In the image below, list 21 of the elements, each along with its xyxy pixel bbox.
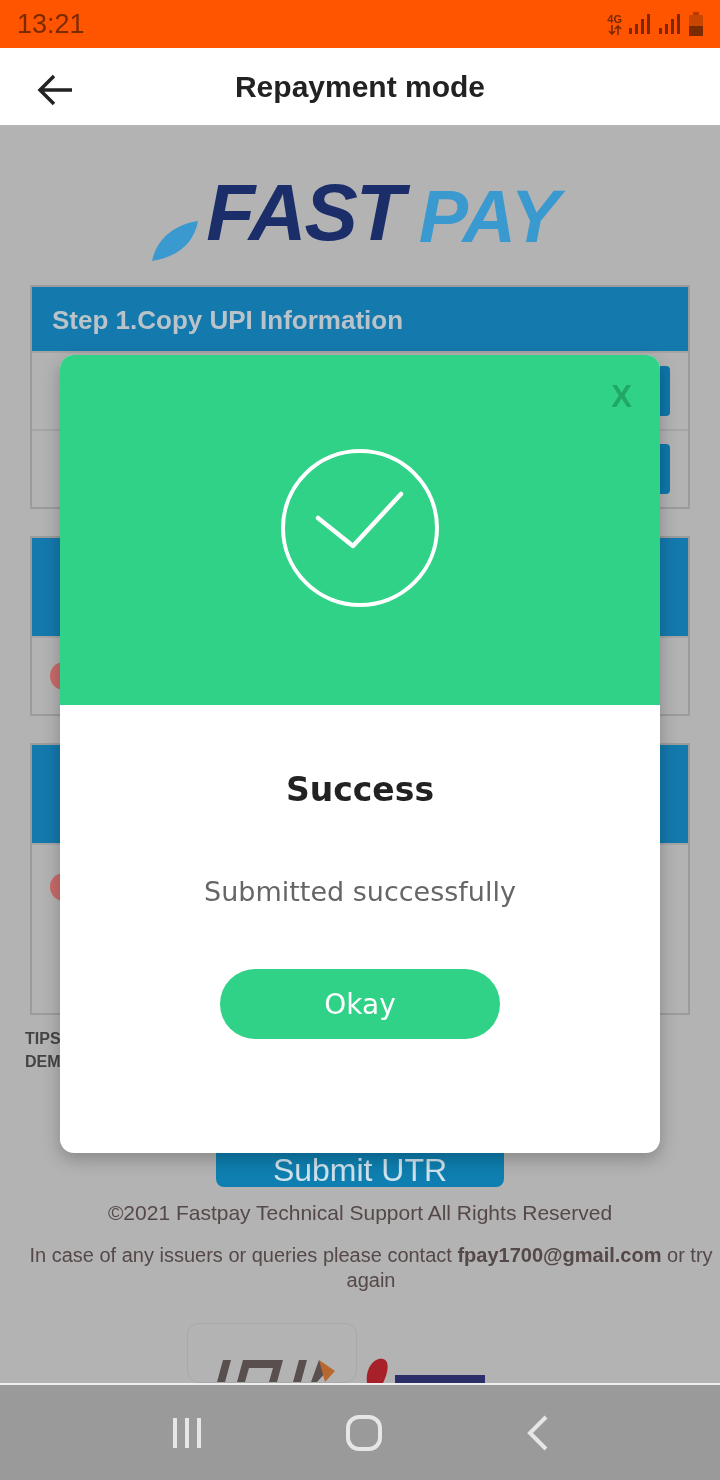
signal-icon [628,13,652,35]
okay-button[interactable]: Okay [220,969,500,1039]
dialog-title: Success [285,770,435,809]
tips-text: TIPS [25,1029,62,1049]
logo-text: FAST [206,163,413,263]
success-check-icon [280,448,440,608]
tips-text: DEM [25,1052,62,1072]
bank-logo-icon [365,1357,485,1383]
dialog-message: Submitted successfully [204,876,516,907]
contact-text: In case of any issuers or queries please contact fpay1700@gmail.com or try again [28,1243,714,1293]
signal-icon [658,13,682,35]
copyright-text: ©2021 Fastpay Technical Support All Rights Reserved [106,1201,614,1225]
back-arrow-icon [36,74,74,106]
data-arrows-icon [607,24,622,35]
home-icon [345,1413,383,1452]
network-type: 4G [607,13,622,25]
battery-icon [688,12,704,36]
logo-text: PAY [418,170,570,263]
page-title: Repayment mode [234,69,486,104]
step-title: Step 1.Copy UPI Information [52,304,405,337]
clock-time: 13:21 [17,8,85,40]
